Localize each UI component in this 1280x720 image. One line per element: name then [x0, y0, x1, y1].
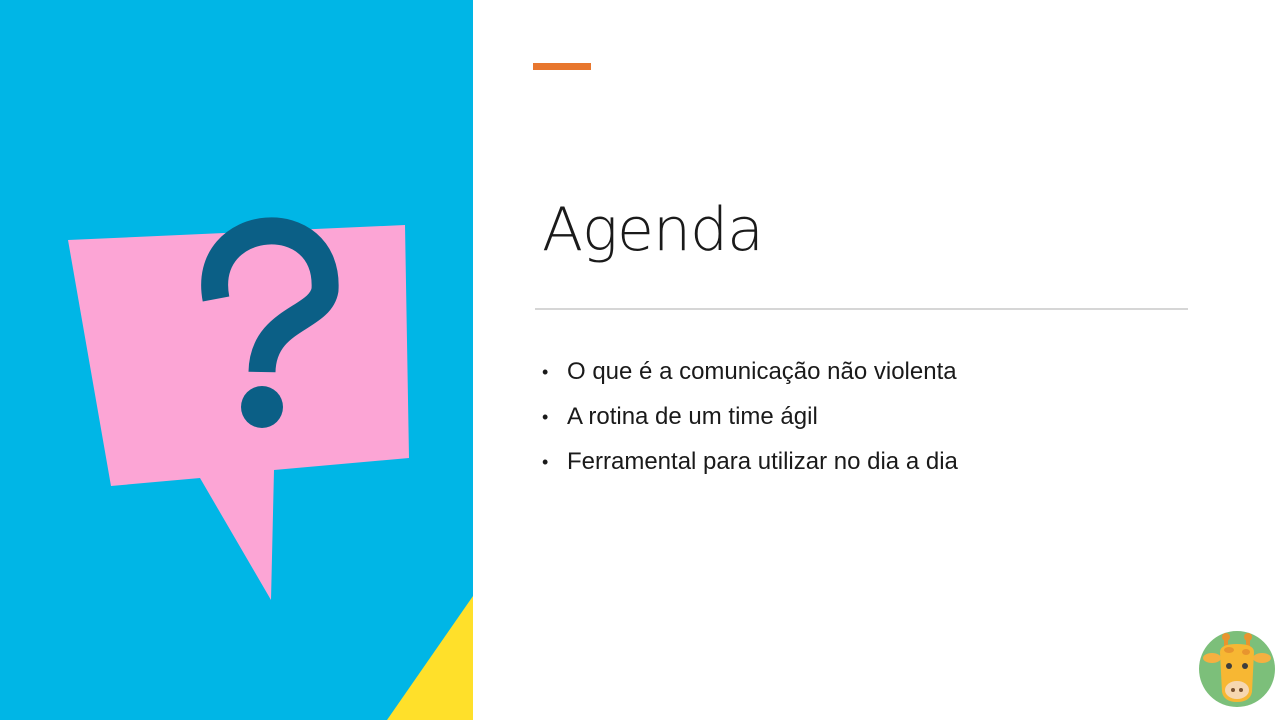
bullet-icon: •: [542, 362, 549, 382]
bullet-icon: •: [542, 452, 549, 472]
corner-triangle: [387, 596, 473, 720]
agenda-item: • O que é a comunicação não violenta: [540, 352, 958, 397]
slide-title: Agenda: [542, 195, 764, 265]
giraffe-icon: [1199, 631, 1275, 707]
agenda-item: • Ferramental para utilizar no dia a dia: [540, 442, 958, 487]
question-speech-bubble-icon: [68, 217, 473, 720]
speech-bubble-shape: [68, 225, 409, 600]
title-accent-bar: [533, 63, 591, 70]
agenda-item-label: A rotina de um time ágil: [567, 403, 818, 430]
title-divider: [535, 308, 1188, 310]
agenda-item-label: Ferramental para utilizar no dia a dia: [567, 448, 958, 475]
agenda-item: • A rotina de um time ágil: [540, 397, 958, 442]
giraffe-avatar[interactable]: [1198, 630, 1276, 708]
left-illustration-panel: [0, 0, 473, 720]
bullet-icon: •: [542, 407, 549, 427]
slide: Agenda • O que é a comunicação não viole…: [0, 0, 1280, 720]
question-mark-dot: [241, 386, 283, 428]
agenda-list: • O que é a comunicação não violenta • A…: [540, 352, 958, 487]
agenda-item-label: O que é a comunicação não violenta: [567, 358, 957, 385]
